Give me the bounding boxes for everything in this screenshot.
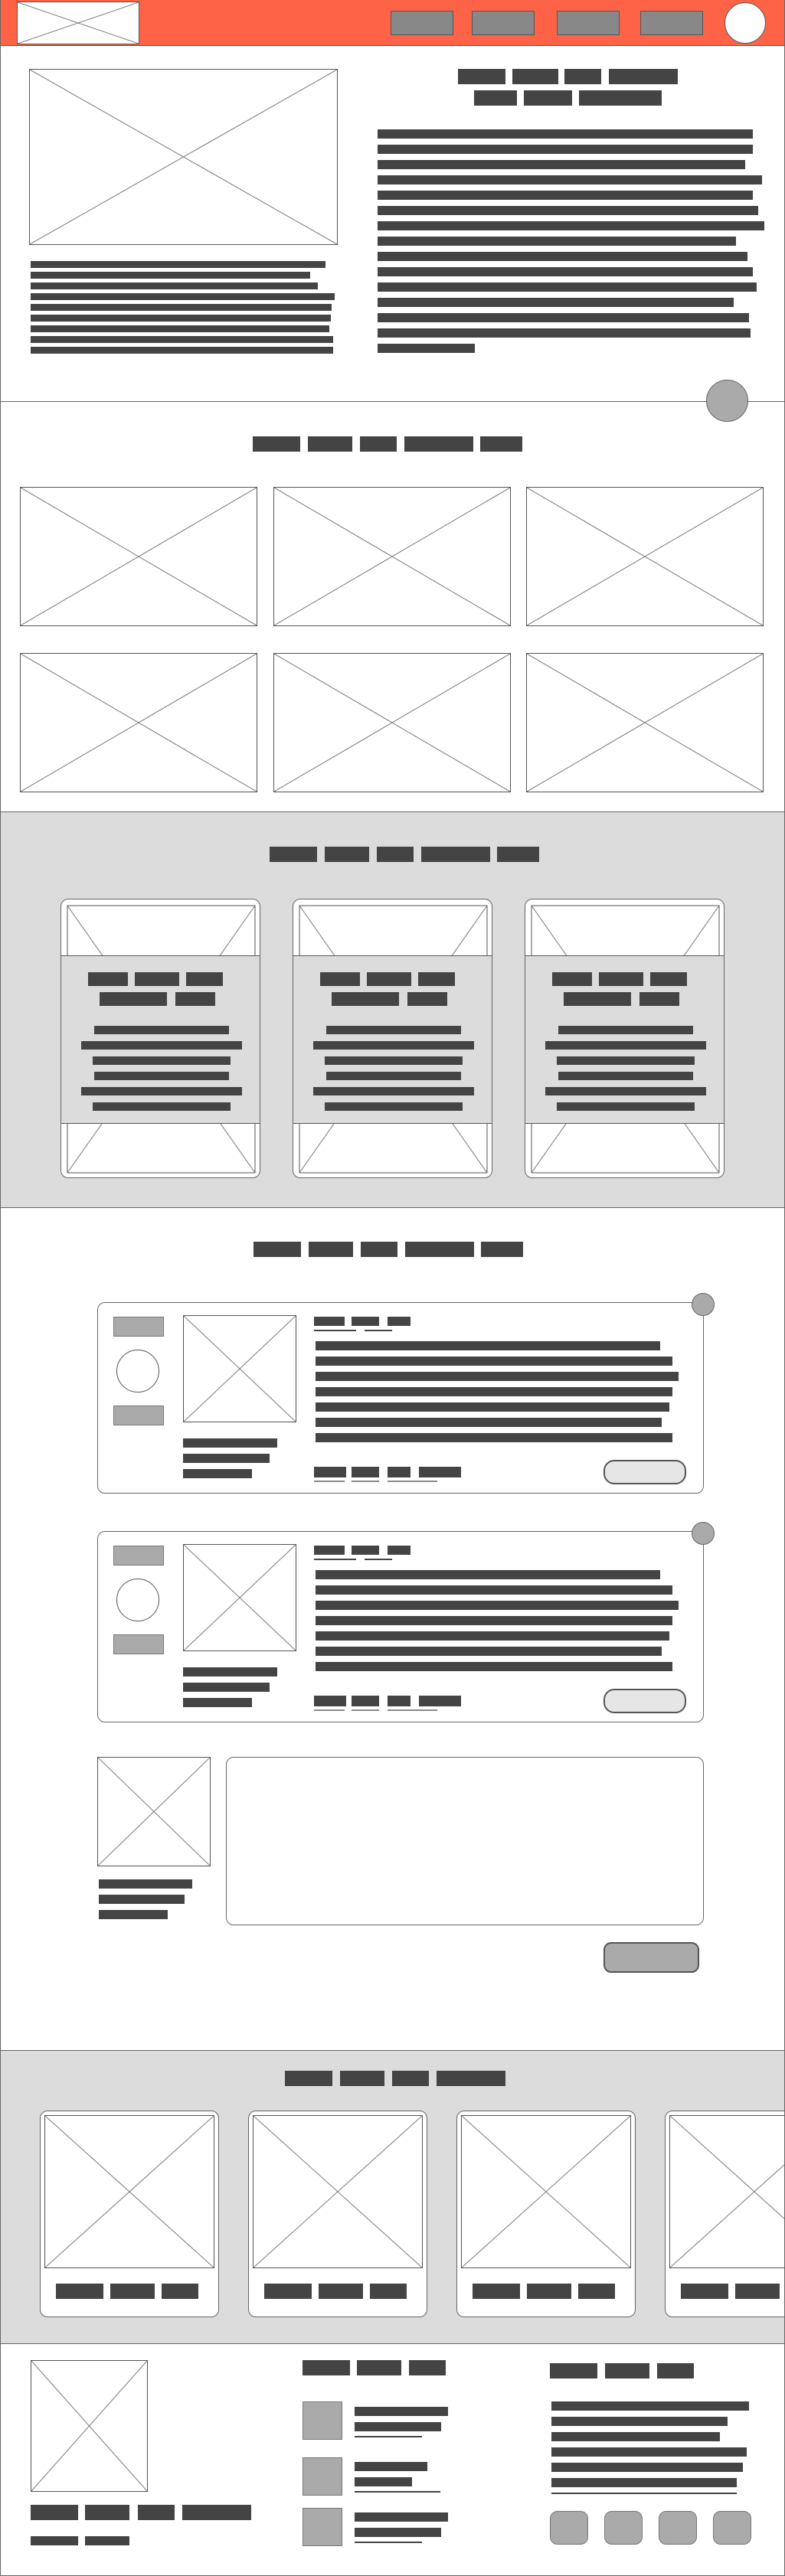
reply-button[interactable]	[603, 1460, 686, 1484]
user-avatar-icon[interactable]	[116, 1579, 159, 1621]
user-badge	[113, 1546, 164, 1566]
profile-avatar-icon[interactable]	[724, 2, 766, 44]
comment-menu-icon[interactable]	[692, 1522, 715, 1545]
comment-menu-icon[interactable]	[692, 1293, 715, 1316]
comment-action[interactable]	[314, 1467, 346, 1477]
carousel-card[interactable]	[40, 2111, 219, 2317]
footer-link-thumbnail[interactable]	[303, 2457, 342, 2496]
comment-action[interactable]	[388, 1696, 410, 1706]
reply-button[interactable]	[603, 1689, 686, 1713]
gallery-image-placeholder-icon[interactable]	[526, 653, 764, 792]
carousel-section	[0, 2050, 785, 2344]
comment-image-placeholder-icon	[183, 1315, 296, 1422]
comment-action[interactable]	[388, 1467, 410, 1477]
gallery-image-placeholder-icon[interactable]	[273, 487, 511, 626]
social-icon[interactable]	[550, 2511, 588, 2545]
comment-action[interactable]	[419, 1467, 461, 1477]
nav-item-4[interactable]	[640, 11, 703, 35]
comment-action[interactable]	[352, 1467, 379, 1477]
hero-image-placeholder-icon	[29, 69, 338, 245]
comment-image-placeholder-icon	[183, 1544, 296, 1651]
footer-link-thumbnail[interactable]	[303, 2401, 342, 2440]
carousel-image-placeholder-icon	[669, 2115, 785, 2268]
social-icon[interactable]	[659, 2511, 697, 2545]
top-header	[0, 0, 785, 46]
user-badge	[113, 1317, 164, 1337]
comment-action[interactable]	[314, 1696, 346, 1706]
gallery-image-placeholder-icon[interactable]	[273, 653, 511, 792]
comment-textarea[interactable]	[226, 1757, 704, 1925]
card-overlay	[293, 955, 492, 1124]
gallery-image-placeholder-icon[interactable]	[20, 653, 257, 792]
gallery-image-placeholder-icon[interactable]	[20, 487, 257, 626]
nav-item-2[interactable]	[472, 11, 535, 35]
carousel-image-placeholder-icon	[44, 2115, 214, 2268]
carousel-image-placeholder-icon	[253, 2115, 423, 2268]
carousel-card[interactable]	[456, 2111, 636, 2317]
footer-logo-image-placeholder-icon	[31, 2360, 148, 2492]
carousel-card[interactable]	[248, 2111, 427, 2317]
user-badge	[113, 1406, 164, 1425]
comment-entry	[97, 1293, 715, 1494]
carousel-image-placeholder-icon	[461, 2115, 631, 2268]
card-overlay	[61, 955, 260, 1124]
carousel-card[interactable]	[665, 2111, 785, 2317]
scroll-circle-button-icon[interactable]	[706, 380, 748, 422]
comment-action[interactable]	[352, 1696, 379, 1706]
card-overlay	[525, 955, 724, 1124]
feature-card[interactable]	[293, 899, 492, 1178]
logo-image-placeholder-icon[interactable]	[17, 2, 139, 44]
nav-item-1[interactable]	[391, 11, 453, 35]
social-icon[interactable]	[604, 2511, 643, 2545]
hero-divider	[0, 401, 785, 402]
gallery-image-placeholder-icon[interactable]	[526, 487, 764, 626]
comment-action[interactable]	[419, 1696, 461, 1706]
new-comment-image-placeholder-icon	[97, 1757, 211, 1866]
feature-card[interactable]	[61, 899, 260, 1178]
submit-button[interactable]	[603, 1942, 699, 1973]
social-icon[interactable]	[713, 2511, 751, 2545]
user-avatar-icon[interactable]	[116, 1350, 159, 1392]
comment-entry	[97, 1522, 715, 1722]
nav-item-3[interactable]	[557, 11, 620, 35]
feature-card[interactable]	[525, 899, 724, 1178]
footer-link-thumbnail[interactable]	[303, 2508, 342, 2546]
user-badge	[113, 1634, 164, 1654]
